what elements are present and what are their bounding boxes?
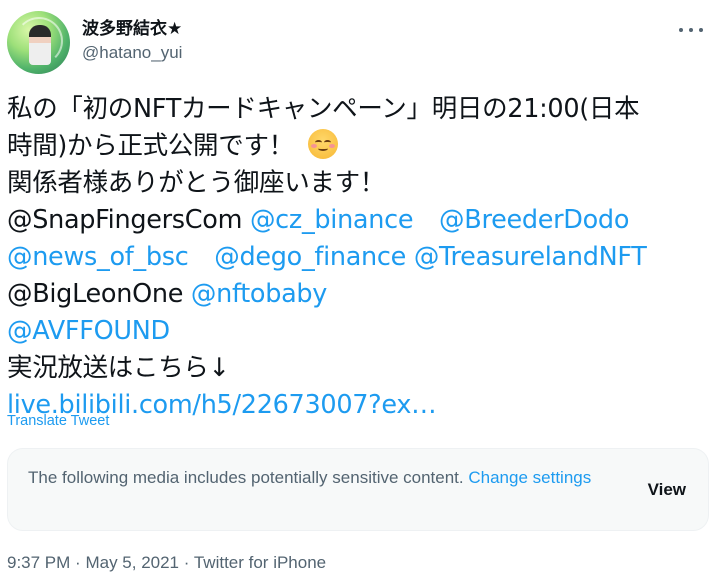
tweet-line: @news_of_bsc @dego_finance @Treasureland… bbox=[7, 239, 707, 276]
tweet-line: 時間)から正式公開です！ bbox=[7, 128, 707, 165]
tweet-line: 実況放送はこちら↓ bbox=[7, 350, 707, 387]
mention-text: @SnapFingersCom bbox=[7, 205, 243, 235]
tweet: 波多野結衣★ @hatano_yui 私の「初のNFTカードキャンペーン」明日の… bbox=[0, 0, 717, 588]
sensitive-media-notice: The following media includes potentially… bbox=[7, 448, 709, 531]
tweet-metadata: 9:37 PM · May 5, 2021 · Twitter for iPho… bbox=[7, 553, 326, 573]
avatar[interactable] bbox=[7, 11, 70, 74]
mention-link-treasureland[interactable]: @TreasurelandNFT bbox=[414, 242, 647, 272]
translate-tweet-link[interactable]: Translate Tweet bbox=[7, 413, 109, 429]
tweet-line: @AVFFOUND bbox=[7, 313, 707, 350]
author-handle[interactable]: @hatano_yui bbox=[82, 43, 182, 63]
tweet-line: 私の「初のNFTカードキャンペーン」明日の21:00(日本 bbox=[7, 91, 707, 128]
tweet-date[interactable]: May 5, 2021 bbox=[85, 553, 179, 572]
tweet-time[interactable]: 9:37 PM bbox=[7, 553, 70, 572]
mention-link-cz-binance[interactable]: @cz_binance bbox=[250, 205, 414, 235]
meta-separator: · bbox=[75, 553, 81, 572]
more-options-icon[interactable] bbox=[679, 26, 703, 34]
sensitive-message-text: The following media includes potentially… bbox=[28, 468, 464, 487]
tweet-source[interactable]: Twitter for iPhone bbox=[194, 553, 326, 572]
tweet-line: @SnapFingersCom @cz_binance @BreederDodo bbox=[7, 202, 707, 239]
tweet-line: @BigLeonOne @nftobaby bbox=[7, 276, 707, 313]
meta-separator: · bbox=[183, 553, 190, 572]
tweet-line: 関係者様ありがとう御座います！ bbox=[7, 165, 707, 202]
view-button[interactable]: View bbox=[648, 480, 686, 500]
tweet-line: live.bilibili.com/h5/22673007?ex… bbox=[7, 387, 707, 424]
mention-link-news-of-bsc[interactable]: @news_of_bsc bbox=[7, 242, 189, 272]
tweet-text-segment: 実況放送はこちら↓ bbox=[7, 353, 230, 383]
mention-link-breederdodo[interactable]: @BreederDodo bbox=[439, 205, 629, 235]
sensitive-media-message: The following media includes potentially… bbox=[28, 465, 608, 490]
mention-text: @BigLeonOne bbox=[7, 279, 184, 309]
mention-link-avffound[interactable]: @AVFFOUND bbox=[7, 316, 170, 346]
smiling-face-icon bbox=[307, 129, 338, 159]
author-display-name[interactable]: 波多野結衣★ bbox=[82, 14, 182, 39]
avatar-figure bbox=[29, 25, 51, 65]
mention-link-dego-finance[interactable]: @dego_finance bbox=[214, 242, 406, 272]
tweet-text-segment: 関係者様ありがとう御座います！ bbox=[7, 168, 386, 198]
tweet-text-segment: 私の「初のNFTカードキャンペーン」明日の21:00(日本 bbox=[7, 94, 640, 124]
change-settings-link[interactable]: Change settings bbox=[468, 468, 591, 487]
tweet-text-segment: 時間)から正式公開です！ bbox=[7, 131, 294, 161]
tweet-text: 私の「初のNFTカードキャンペーン」明日の21:00(日本 時間)から正式公開で… bbox=[7, 91, 707, 424]
mention-link-nftobaby[interactable]: @nftobaby bbox=[191, 279, 327, 309]
